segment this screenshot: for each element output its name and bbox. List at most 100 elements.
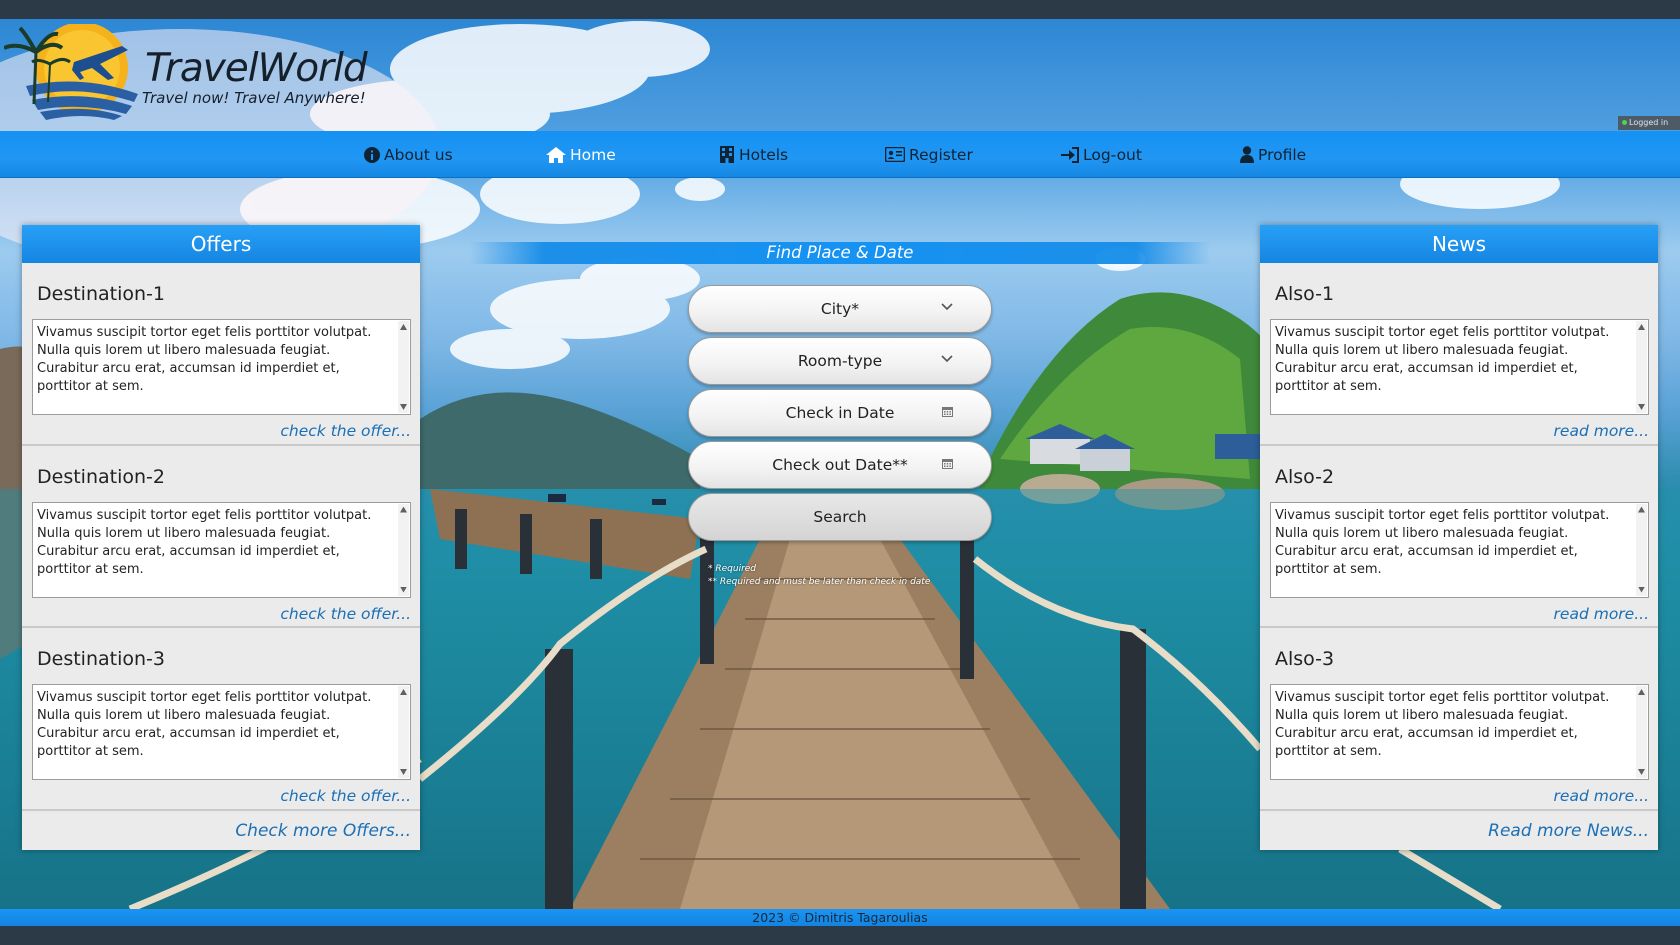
news-description-text: Vivamus suscipit tortor eget felis portt… bbox=[1275, 690, 1610, 759]
check-in-date-label: Check in Date bbox=[785, 404, 895, 422]
scroll-down-icon[interactable] bbox=[400, 769, 407, 775]
check-out-date-label: Check out Date** bbox=[772, 456, 908, 474]
check-offer-link[interactable]: check the offer... bbox=[280, 605, 411, 623]
nav-home-label: Home bbox=[570, 145, 616, 164]
search-button-label: Search bbox=[813, 508, 867, 526]
find-place-header: Find Place & Date bbox=[470, 242, 1210, 264]
nav-profile[interactable]: Profile bbox=[1240, 131, 1306, 178]
form-notes: * Required ** Required and must be later… bbox=[708, 563, 930, 589]
logout-icon bbox=[1061, 146, 1079, 163]
copyright-text: 2023 © Dimitris Tagaroulias bbox=[752, 910, 928, 925]
required-note: * Required bbox=[708, 564, 757, 574]
calendar-icon bbox=[942, 459, 953, 469]
nav-about-us-label: About us bbox=[384, 145, 453, 164]
scroll-up-icon[interactable] bbox=[400, 324, 407, 330]
status-dot-icon bbox=[1622, 120, 1627, 125]
hotel-icon bbox=[720, 146, 734, 163]
news-item-title: Also-3 bbox=[1275, 648, 1335, 670]
logged-in-text: Logged in bbox=[1629, 118, 1669, 127]
scroll-down-icon[interactable] bbox=[1638, 769, 1645, 775]
logo-emblem-icon bbox=[3, 22, 138, 120]
find-place-title: Find Place & Date bbox=[766, 243, 914, 262]
later-date-note: ** Required and must be later than check… bbox=[708, 577, 931, 587]
room-type-select-label: Room-type bbox=[797, 352, 883, 370]
offers-title: Offers bbox=[22, 225, 420, 263]
read-more-link[interactable]: read more... bbox=[1554, 787, 1649, 805]
top-bar bbox=[0, 0, 1680, 19]
read-more-news-link[interactable]: Read more News... bbox=[1488, 821, 1649, 841]
nav-log-out-label: Log-out bbox=[1083, 145, 1142, 164]
logo[interactable]: TravelWorld Travel now! Travel Anywhere! bbox=[3, 22, 374, 120]
info-icon bbox=[364, 146, 380, 163]
scroll-up-icon[interactable] bbox=[400, 689, 407, 695]
news-description-text: Vivamus suscipit tortor eget felis portt… bbox=[1275, 507, 1610, 577]
scrollbar[interactable] bbox=[398, 321, 409, 413]
news-item-title: Also-2 bbox=[1275, 465, 1335, 488]
check-offer-link[interactable]: check the offer... bbox=[280, 787, 411, 805]
scrollbar[interactable] bbox=[1636, 321, 1647, 413]
offer-card: Destination-3 Vivamus suscipit tortor eg… bbox=[22, 628, 420, 811]
home-icon bbox=[546, 147, 566, 163]
news-card: Also-2 Vivamus suscipit tortor eget feli… bbox=[1260, 445, 1658, 628]
offer-card: Destination-1 Vivamus suscipit tortor eg… bbox=[22, 263, 420, 446]
user-icon bbox=[1240, 146, 1254, 163]
news-card: Also-3 Vivamus suscipit tortor eget feli… bbox=[1260, 628, 1658, 811]
check-offer-link[interactable]: check the offer... bbox=[280, 422, 411, 440]
scroll-up-icon[interactable] bbox=[400, 506, 407, 513]
scroll-up-icon[interactable] bbox=[1638, 506, 1645, 513]
main-nav: About us Home Hotels Register Log-out Pr… bbox=[0, 131, 1680, 178]
news-footer: Read more News... bbox=[1260, 813, 1658, 850]
city-select[interactable]: City* bbox=[688, 285, 992, 333]
scrollbar[interactable] bbox=[398, 686, 409, 778]
offer-description[interactable]: Vivamus suscipit tortor eget felis portt… bbox=[32, 684, 411, 780]
nav-profile-label: Profile bbox=[1258, 145, 1307, 164]
chevron-down-icon bbox=[941, 355, 953, 363]
offer-description-text: Vivamus suscipit tortor eget felis portt… bbox=[37, 507, 372, 577]
scrollbar[interactable] bbox=[398, 503, 409, 596]
offer-description[interactable]: Vivamus suscipit tortor eget felis portt… bbox=[32, 501, 411, 598]
news-panel: News Also-1 Vivamus suscipit tortor eget… bbox=[1260, 225, 1658, 850]
chevron-down-icon bbox=[941, 303, 953, 311]
logo-tagline: Travel now! Travel Anywhere! bbox=[142, 89, 366, 107]
scroll-down-icon[interactable] bbox=[1638, 586, 1645, 593]
offers-panel: Offers Destination-1 Vivamus suscipit to… bbox=[22, 225, 420, 850]
news-item-title: Also-1 bbox=[1275, 283, 1335, 305]
scroll-down-icon[interactable] bbox=[1638, 404, 1645, 410]
scroll-up-icon[interactable] bbox=[1638, 324, 1645, 330]
scroll-down-icon[interactable] bbox=[400, 586, 407, 593]
nav-home[interactable]: Home bbox=[546, 131, 616, 178]
nav-register-label: Register bbox=[909, 145, 973, 164]
nav-hotels[interactable]: Hotels bbox=[719, 131, 788, 178]
news-description[interactable]: Vivamus suscipit tortor eget felis portt… bbox=[1270, 501, 1649, 598]
search-button[interactable]: Search bbox=[688, 493, 992, 541]
check-in-date-field[interactable]: Check in Date bbox=[688, 389, 992, 437]
scroll-up-icon[interactable] bbox=[1638, 689, 1645, 695]
news-description[interactable]: Vivamus suscipit tortor eget felis portt… bbox=[1270, 684, 1649, 780]
offer-description-text: Vivamus suscipit tortor eget felis portt… bbox=[37, 325, 372, 394]
news-description-text: Vivamus suscipit tortor eget felis portt… bbox=[1275, 325, 1610, 394]
check-out-date-field[interactable]: Check out Date** bbox=[688, 441, 992, 489]
nav-hotels-label: Hotels bbox=[739, 145, 789, 164]
page-footer: 2023 © Dimitris Tagaroulias bbox=[0, 909, 1680, 926]
nav-log-out[interactable]: Log-out bbox=[1061, 131, 1142, 178]
read-more-link[interactable]: read more... bbox=[1554, 422, 1649, 440]
news-title: News bbox=[1260, 225, 1658, 263]
scroll-down-icon[interactable] bbox=[400, 404, 407, 410]
offers-footer: Check more Offers... bbox=[22, 813, 420, 850]
check-more-offers-link[interactable]: Check more Offers... bbox=[235, 821, 411, 841]
calendar-icon bbox=[942, 407, 953, 417]
room-type-select[interactable]: Room-type bbox=[688, 337, 992, 385]
offer-card: Destination-2 Vivamus suscipit tortor eg… bbox=[22, 445, 420, 628]
offer-description[interactable]: Vivamus suscipit tortor eget felis portt… bbox=[32, 319, 411, 415]
read-more-link[interactable]: read more... bbox=[1554, 605, 1649, 623]
id-card-icon bbox=[885, 147, 905, 162]
bottom-bar bbox=[0, 926, 1680, 945]
nav-register[interactable]: Register bbox=[885, 131, 973, 178]
scrollbar[interactable] bbox=[1636, 503, 1647, 596]
nav-about-us[interactable]: About us bbox=[364, 131, 453, 178]
logged-in-badge: Logged in bbox=[1618, 116, 1680, 130]
news-description[interactable]: Vivamus suscipit tortor eget felis portt… bbox=[1270, 319, 1649, 415]
offer-description-text: Vivamus suscipit tortor eget felis portt… bbox=[37, 690, 372, 759]
offer-title: Destination-2 bbox=[37, 465, 165, 488]
scrollbar[interactable] bbox=[1636, 686, 1647, 778]
